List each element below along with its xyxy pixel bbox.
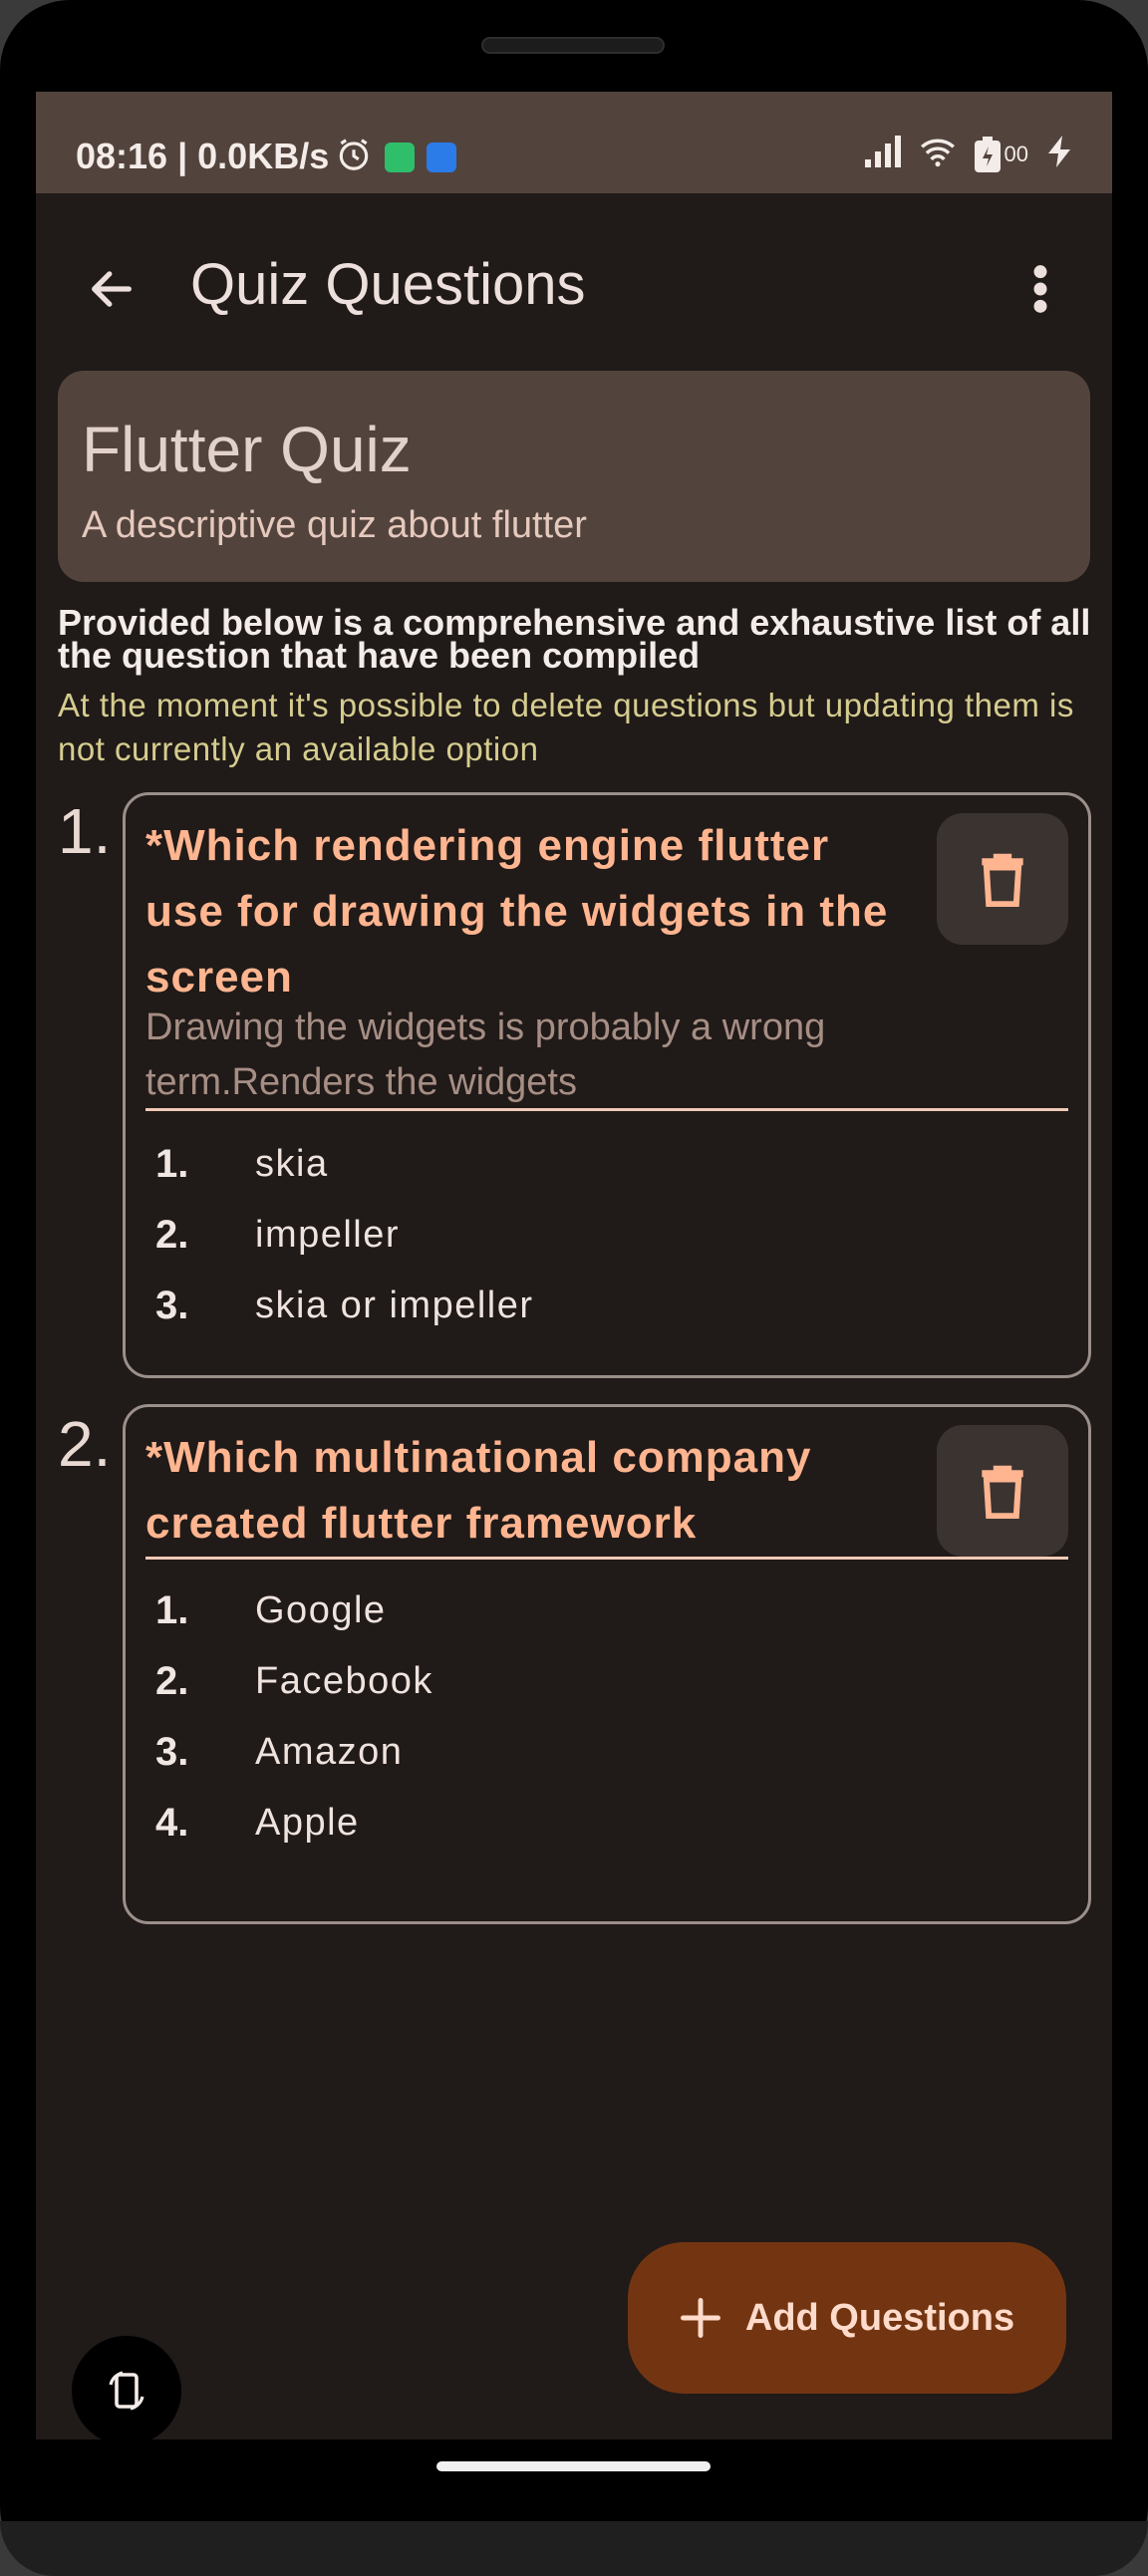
delete-question-button[interactable] bbox=[937, 813, 1068, 945]
question-divider bbox=[145, 1108, 1068, 1111]
app-screen: 08:16 | 0.0KB/s 00 Quiz Questions Flutte… bbox=[36, 92, 1112, 2439]
option-number: 1. bbox=[155, 1588, 189, 1632]
notice-text: At the moment it's possible to delete qu… bbox=[58, 687, 1074, 767]
device-frame: 08:16 | 0.0KB/s 00 Quiz Questions Flutte… bbox=[0, 0, 1148, 2576]
option-label: Google bbox=[255, 1589, 387, 1631]
more-vert-icon bbox=[1033, 265, 1047, 313]
option-label: Apple bbox=[255, 1802, 360, 1844]
question-number: 1. bbox=[58, 795, 112, 867]
status-bar: 08:16 | 0.0KB/s 00 bbox=[36, 92, 1112, 193]
intro-text: Provided below is a comprehensive and ex… bbox=[58, 602, 1091, 676]
quiz-description: A descriptive quiz about flutter bbox=[82, 504, 587, 546]
option-number: 1. bbox=[155, 1142, 189, 1186]
option-label: skia bbox=[255, 1143, 329, 1185]
earpiece-speaker bbox=[481, 37, 665, 54]
question-note: Drawing the widgets is probably a wrong … bbox=[145, 1006, 826, 1103]
question-text: *Which multinational company created flu… bbox=[145, 1433, 812, 1548]
question-number: 2. bbox=[58, 1408, 112, 1480]
gesture-nav-handle[interactable] bbox=[436, 2461, 711, 2471]
battery-charging-icon: 00 bbox=[974, 136, 1028, 172]
signal-icon bbox=[864, 136, 901, 172]
rotate-screen-button[interactable] bbox=[72, 2336, 181, 2439]
bottom-bezel bbox=[0, 2521, 1148, 2576]
option-number: 2. bbox=[155, 1659, 189, 1703]
question-text: *Which rendering engine flutter use for … bbox=[145, 821, 889, 1002]
option-number: 2. bbox=[155, 1213, 189, 1257]
option-label: impeller bbox=[255, 1214, 401, 1256]
rotate-icon bbox=[109, 2371, 144, 2411]
quiz-info-card: Flutter Quiz A descriptive quiz about fl… bbox=[58, 371, 1090, 582]
page-title: Quiz Questions bbox=[190, 252, 586, 317]
option-row: 2. impeller bbox=[155, 1213, 400, 1258]
trash-icon bbox=[982, 853, 1023, 907]
option-number: 3. bbox=[155, 1730, 189, 1774]
option-row: 1. skia bbox=[155, 1142, 329, 1187]
option-number: 4. bbox=[155, 1801, 189, 1845]
question-divider bbox=[145, 1557, 1068, 1560]
overflow-menu-button[interactable] bbox=[1008, 253, 1072, 325]
app-notification-blue-icon bbox=[427, 142, 456, 172]
add-questions-label: Add Questions bbox=[744, 2296, 1015, 2339]
battery-level: 00 bbox=[1004, 141, 1028, 166]
charging-bolt-icon bbox=[1046, 136, 1072, 172]
back-button[interactable] bbox=[76, 253, 147, 325]
option-label: Facebook bbox=[255, 1660, 433, 1702]
delete-question-button[interactable] bbox=[937, 1425, 1068, 1557]
alarm-icon bbox=[335, 136, 373, 178]
trash-icon bbox=[982, 1465, 1023, 1519]
option-row: 4. Apple bbox=[155, 1801, 360, 1846]
plus-icon bbox=[680, 2298, 720, 2338]
wifi-icon bbox=[919, 136, 957, 172]
add-questions-button[interactable]: Add Questions bbox=[628, 2242, 1066, 2394]
question-card: *Which multinational company created flu… bbox=[123, 1404, 1091, 1924]
option-row: 2. Facebook bbox=[155, 1659, 433, 1704]
question-card: *Which rendering engine flutter use for … bbox=[123, 792, 1091, 1378]
option-row: 3. skia or impeller bbox=[155, 1284, 534, 1328]
app-notification-green-icon bbox=[385, 142, 415, 172]
option-row: 1. Google bbox=[155, 1588, 387, 1633]
option-row: 3. Amazon bbox=[155, 1730, 403, 1775]
status-time: 08:16 | 0.0KB/s bbox=[76, 136, 330, 176]
app-bar: Quiz Questions bbox=[36, 193, 1112, 373]
option-label: Amazon bbox=[255, 1731, 404, 1773]
option-number: 3. bbox=[155, 1284, 189, 1327]
option-label: skia or impeller bbox=[255, 1285, 534, 1326]
quiz-title: Flutter Quiz bbox=[82, 414, 412, 485]
arrow-back-icon bbox=[92, 271, 132, 307]
